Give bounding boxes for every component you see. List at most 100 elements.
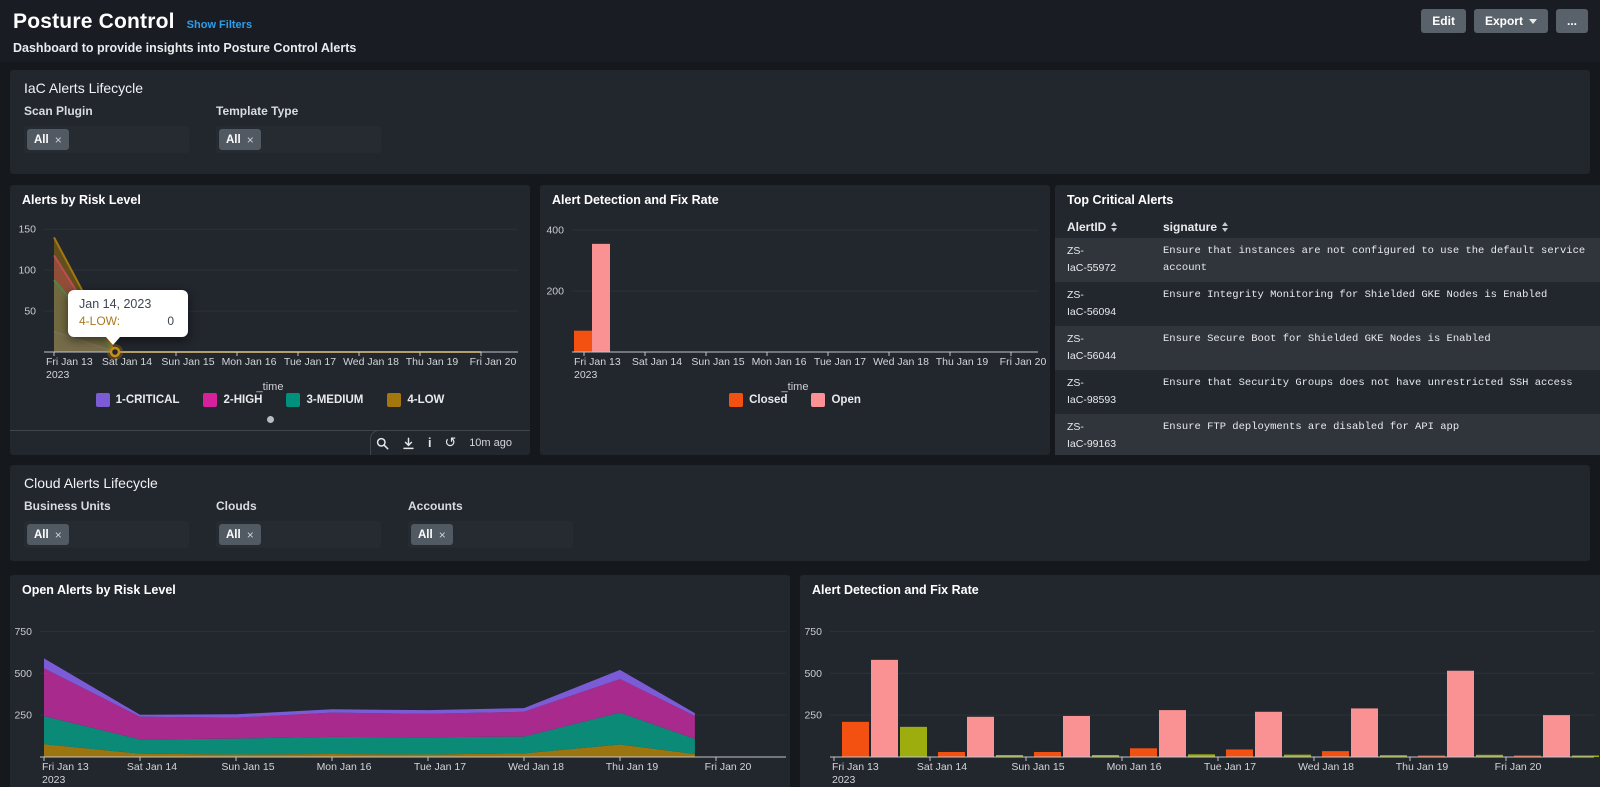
edit-button[interactable]: Edit (1421, 9, 1466, 33)
svg-text:Mon Jan 16: Mon Jan 16 (752, 356, 807, 368)
column-header-signature[interactable]: signature (1163, 215, 1600, 238)
legend-swatch (95, 393, 110, 407)
alerts-by-risk-level-panel: Alerts by Risk Level 50 100 150 Fri Jan 13 2… (10, 185, 530, 455)
tooltip-date: Jan 14, 2023 (79, 297, 152, 311)
alert-id-cell: ZS- IaC-99163 (1067, 419, 1163, 454)
svg-text:50: 50 (24, 306, 36, 318)
filter-input[interactable]: All × (24, 126, 189, 153)
filter-input[interactable]: All × (216, 126, 381, 153)
filter-chip-label: All (226, 133, 241, 146)
svg-text:Sun Jan 15: Sun Jan 15 (691, 356, 744, 368)
svg-text:Sun Jan 15: Sun Jan 15 (221, 761, 274, 773)
svg-text:400: 400 (546, 225, 564, 237)
svg-text:Sun Jan 15: Sun Jan 15 (1011, 761, 1064, 773)
filter-input[interactable]: All × (216, 521, 381, 548)
open-alerts-by-risk-level-chart[interactable]: 250 500 750 Fri Jan 13 2023 Sat Jan 14 Sun Jan… (10, 575, 790, 787)
chart-tooltip: Jan 14, 2023 4-LOW: 0 (68, 290, 188, 345)
filter-label: Scan Plugin (24, 104, 93, 118)
info-icon[interactable]: i (428, 436, 431, 450)
filter-chip[interactable]: All × (219, 129, 261, 150)
chart-legend: Closed Open (540, 393, 1050, 407)
filter-input[interactable]: All × (24, 521, 189, 548)
download-icon[interactable] (402, 436, 415, 450)
svg-text:Fri Jan 20: Fri Jan 20 (470, 356, 517, 368)
legend-item-open[interactable]: Open (811, 393, 861, 407)
alert-detection-fix-rate-chart-bottom[interactable]: 250 500 750 Fri Jan 13 2023 Sat Jan 14 Sun Jan… (800, 575, 1600, 787)
filter-chip-label: All (226, 528, 241, 541)
page-subtitle: Dashboard to provide insights into Postu… (13, 41, 357, 55)
table-row[interactable]: ZS- IaC-56094 Ensure Integrity Monitoring … (1055, 282, 1600, 326)
svg-text:Fri Jan 20: Fri Jan 20 (1495, 761, 1542, 773)
svg-text:750: 750 (14, 626, 32, 638)
sort-icon (1111, 221, 1118, 232)
svg-text:Fri Jan 132023: Fri Jan 13 2023 (46, 356, 93, 381)
legend-label: 1-CRITICAL (115, 394, 180, 406)
filter-chip[interactable]: All × (27, 524, 69, 545)
panel-title: Top Critical Alerts (1067, 193, 1174, 207)
page-title: Posture Control (13, 10, 175, 33)
x-axis-title: _time (256, 381, 284, 393)
signature-cell: Ensure Secure Boot for Shielded GKE Node… (1163, 333, 1491, 345)
filter-chip[interactable]: All × (411, 524, 453, 545)
legend-item-3-medium[interactable]: 3-MEDIUM (286, 393, 363, 407)
zoom-icon[interactable] (376, 436, 389, 450)
refresh-history-icon[interactable]: ↺ (444, 436, 456, 450)
carousel-dot[interactable] (267, 416, 274, 423)
iac-section-title: IaC Alerts Lifecycle (24, 80, 144, 96)
show-filters-link[interactable]: Show Filters (187, 19, 252, 31)
svg-text:250: 250 (804, 710, 822, 722)
svg-text:Wed Jan 18: Wed Jan 18 (873, 356, 929, 368)
cloud-section-title: Cloud Alerts Lifecycle (24, 475, 158, 491)
alert-detection-fix-rate-chart-top[interactable]: 200 400 Fri Jan 13 2023 Sat Jan 14 Sun Jan 15… (540, 185, 1050, 455)
column-header-alertid[interactable]: AlertID (1067, 215, 1163, 238)
svg-text:Wed Jan 18: Wed Jan 18 (508, 761, 564, 773)
chip-remove-icon[interactable]: × (439, 528, 446, 542)
svg-text:Tue Jan 17: Tue Jan 17 (414, 761, 466, 773)
panel-title: Alert Detection and Fix Rate (552, 193, 719, 207)
alert-id-line: ZS- (1067, 245, 1084, 257)
filter-label: Template Type (216, 104, 299, 118)
chip-remove-icon[interactable]: × (247, 528, 254, 542)
chip-remove-icon[interactable]: × (55, 133, 62, 147)
svg-text:Fri Jan 20: Fri Jan 20 (1000, 356, 1047, 368)
legend-swatch (286, 393, 301, 407)
legend-item-closed[interactable]: Closed (729, 393, 787, 407)
legend-item-2-high[interactable]: 2-HIGH (203, 393, 262, 407)
last-run-time[interactable]: 10m ago (469, 437, 512, 449)
svg-text:Mon Jan 16: Mon Jan 16 (222, 356, 277, 368)
filter-business-units: Business Units All × (24, 499, 189, 548)
table-row[interactable]: ZS- IaC-99163 Ensure FTP deployments are d… (1055, 414, 1600, 455)
filter-input[interactable]: All × (408, 521, 573, 548)
legend-item-1-critical[interactable]: 1-CRITICAL (95, 393, 180, 407)
x-axis-title: _time (781, 381, 809, 393)
table-row[interactable]: ZS- IaC-98593 Ensure that Security Groups … (1055, 370, 1600, 414)
export-button[interactable]: Export (1473, 9, 1548, 33)
table-row[interactable]: ZS- IaC-56044 Ensure Secure Boot for Shiel… (1055, 326, 1600, 370)
panel-toolbar: i ↺ 10m ago (370, 430, 522, 455)
open-alerts-by-risk-level-panel: Open Alerts by Risk Level 250 500 750 Fri J… (10, 575, 790, 787)
svg-text:Sat Jan 14: Sat Jan 14 (102, 356, 152, 368)
legend-swatch (387, 393, 402, 407)
chip-remove-icon[interactable]: × (247, 133, 254, 147)
legend-item-4-low[interactable]: 4-LOW (387, 393, 444, 407)
filter-chip-label: All (418, 528, 433, 541)
svg-text:Mon Jan 16: Mon Jan 16 (317, 761, 372, 773)
more-actions-button[interactable]: ... (1555, 9, 1588, 33)
alert-id-line: IaC-56094 (1067, 306, 1117, 318)
filter-chip[interactable]: All × (219, 524, 261, 545)
svg-text:Wed Jan 18: Wed Jan 18 (343, 356, 399, 368)
svg-text:Sat Jan 14: Sat Jan 14 (917, 761, 967, 773)
alert-id-line: IaC-98593 (1067, 394, 1117, 406)
alert-id-line: IaC-99163 (1067, 438, 1117, 450)
cloud-alerts-lifecycle-section: Cloud Alerts Lifecycle Business Units All… (10, 465, 1590, 561)
filter-chip[interactable]: All × (27, 129, 69, 150)
svg-text:Thu Jan 19: Thu Jan 19 (936, 356, 989, 368)
filter-chip-label: All (34, 133, 49, 146)
svg-text:Sun Jan 15: Sun Jan 15 (161, 356, 214, 368)
tooltip-series-label: 4-LOW: (79, 314, 121, 328)
alert-id-cell: ZS- IaC-56044 (1067, 331, 1163, 366)
table-row[interactable]: ZS- IaC-55972 Ensure that instances are no… (1055, 238, 1600, 282)
edit-button-label: Edit (1432, 14, 1455, 28)
chip-remove-icon[interactable]: × (55, 528, 62, 542)
svg-text:Tue Jan 17: Tue Jan 17 (814, 356, 866, 368)
